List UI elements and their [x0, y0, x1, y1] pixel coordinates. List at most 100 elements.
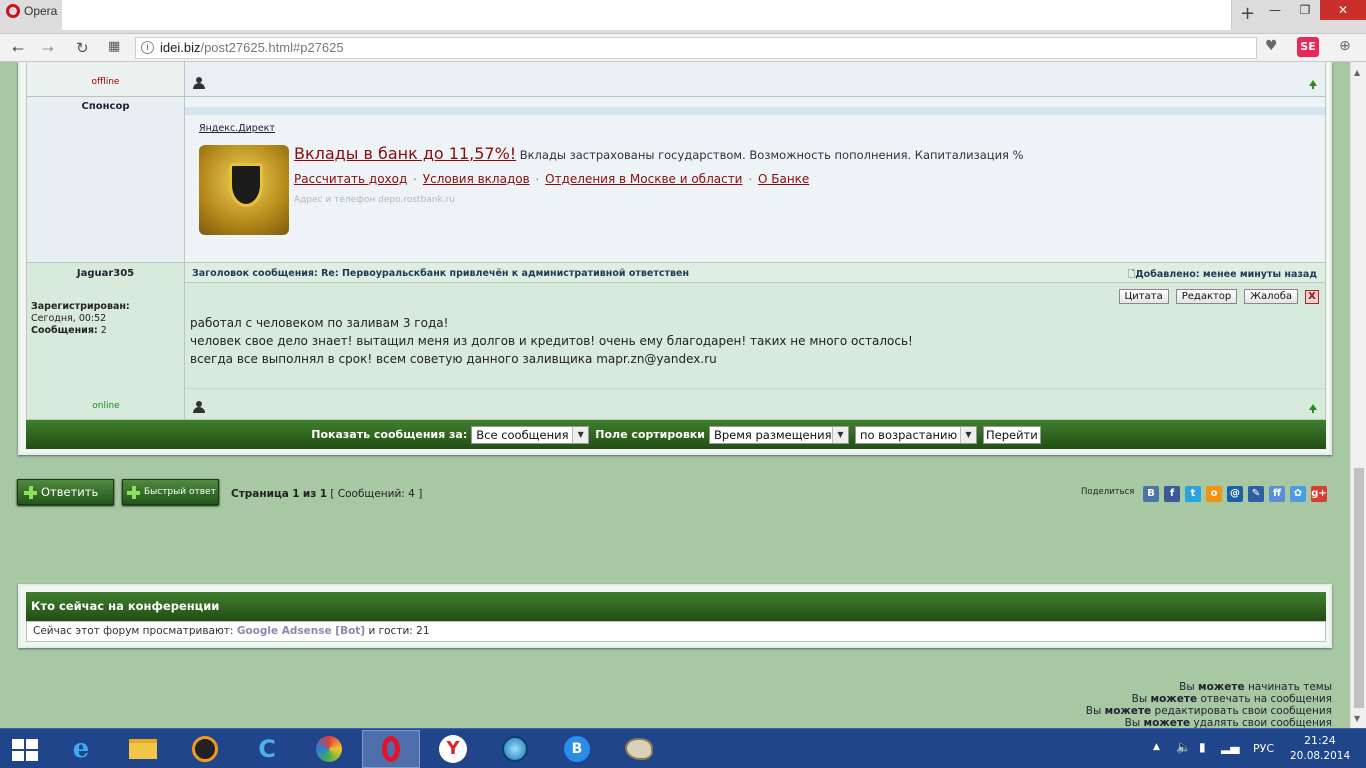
perm-bold: можете: [1143, 717, 1191, 728]
speed-dial-icon[interactable]: ▦: [108, 39, 120, 54]
livejournal-share-icon[interactable]: ✎: [1248, 486, 1264, 502]
share-label: Поделиться: [1081, 487, 1135, 497]
report-button[interactable]: Жалоба: [1244, 289, 1298, 304]
friendfeed-share-icon[interactable]: ff: [1269, 486, 1285, 502]
googleplus-share-icon[interactable]: g+: [1311, 486, 1327, 502]
registered-label: Зарегистрирован:: [31, 301, 130, 312]
vk-app-icon[interactable]: B: [548, 730, 606, 768]
active-tab[interactable]: [62, 0, 1232, 30]
ad-link-terms[interactable]: Условия вкладов: [423, 172, 530, 186]
messages-label: Сообщения:: [31, 325, 98, 336]
ad-link-branches[interactable]: Отделения в Москве и области: [545, 172, 742, 186]
windows-start-icon[interactable]: [12, 739, 38, 761]
scroll-down-icon[interactable]: ▼: [1354, 714, 1360, 723]
download-icon[interactable]: ⊕: [1339, 38, 1351, 54]
sponsor-row: Спонсор Яндекс.Директ Вклады в банк до 1…: [26, 97, 1326, 263]
offline-status: offline: [91, 77, 120, 87]
yandex-direct-link[interactable]: Яндекс.Директ: [199, 123, 275, 134]
bot-link[interactable]: Google Adsense [Bot]: [237, 625, 365, 637]
sort-select[interactable]: Время размещения ▼: [708, 425, 849, 444]
post-footer: [185, 388, 1325, 419]
aimp-icon[interactable]: [176, 730, 234, 768]
opera-menu-button[interactable]: Opera: [0, 0, 60, 22]
ccleaner-icon[interactable]: C: [238, 730, 296, 768]
close-window-icon[interactable]: ✕: [1320, 0, 1366, 20]
clock-date[interactable]: 20.08.2014: [1290, 750, 1350, 762]
twitter-share-icon[interactable]: t: [1185, 486, 1201, 502]
media-player-icon[interactable]: [486, 730, 544, 768]
plus-icon: [127, 485, 140, 499]
facebook-share-icon[interactable]: f: [1164, 486, 1180, 502]
language-indicator[interactable]: РУС: [1253, 742, 1274, 755]
edit-button[interactable]: Редактор: [1175, 289, 1238, 304]
minimize-icon[interactable]: —: [1260, 0, 1290, 20]
internet-explorer-icon[interactable]: e: [52, 730, 110, 768]
ad-headline: Вклады в банк до 11,57%! Вклады застрахо…: [294, 144, 1024, 163]
site-info-icon[interactable]: i: [141, 41, 154, 54]
back-icon[interactable]: ⭠: [12, 39, 24, 57]
permission-line: Вы можете начинать темы: [1086, 681, 1332, 693]
mailru-share-icon[interactable]: @: [1227, 486, 1243, 502]
vk-share-icon[interactable]: B: [1143, 486, 1159, 502]
network-icon[interactable]: ▂▄: [1221, 740, 1239, 754]
ad-sep: ·: [535, 173, 540, 186]
perm-pre: Вы: [1131, 693, 1148, 705]
ad-link-calc[interactable]: Рассчитать доход: [294, 172, 407, 186]
address-bar[interactable]: i idei.biz/post27625.html#p27625: [135, 37, 1257, 59]
scroll-up-icon[interactable]: ▲: [1354, 68, 1360, 77]
battery-icon[interactable]: ▮: [1199, 740, 1206, 754]
ad-image[interactable]: [199, 145, 289, 235]
volume-icon[interactable]: 🔈: [1176, 740, 1191, 754]
reply-label: Ответить: [41, 485, 99, 499]
ad-sep: ·: [748, 173, 752, 186]
page-scrollbar[interactable]: ▲ ▼: [1350, 62, 1366, 728]
go-button[interactable]: Перейти: [982, 425, 1041, 444]
ad-links: Рассчитать доход · Условия вкладов · Отделен…: [294, 172, 809, 186]
odnoklassniki-share-icon[interactable]: о: [1206, 486, 1222, 502]
chevron-down-icon: ▼: [831, 426, 848, 443]
post-text: работал с человеком по заливам 3 года! ч…: [190, 314, 913, 368]
scrollbar-thumb[interactable]: [1354, 468, 1364, 708]
top-arrow-icon[interactable]: [1309, 80, 1317, 89]
perm-post: редактировать свои сообщения: [1154, 705, 1332, 717]
permission-line: Вы можете отвечать на сообщения: [1086, 693, 1332, 705]
reload-icon[interactable]: ↻: [76, 39, 89, 57]
delete-icon[interactable]: X: [1305, 289, 1319, 304]
clock-time[interactable]: 21:24: [1304, 734, 1336, 747]
order-select[interactable]: по возрастанию ▼: [854, 425, 977, 444]
file-explorer-icon[interactable]: [114, 730, 172, 768]
author-info: Зарегистрирован: Сегодня, 00:52 Сообщени…: [31, 301, 130, 337]
restore-icon[interactable]: ❐: [1290, 0, 1320, 20]
online-status: online: [92, 401, 120, 411]
opera-taskbar-icon[interactable]: [362, 730, 420, 768]
posts-container: offline Спонсор Яндекс.Директ Вклады в б…: [18, 62, 1332, 455]
quick-reply-button[interactable]: Быстрый ответ: [122, 479, 219, 505]
ad-domain[interactable]: Адрес и телефон depo.rostbank.ru: [294, 195, 455, 205]
ad-sep: ·: [413, 173, 417, 186]
profile-icon[interactable]: [193, 401, 205, 413]
post-buttons: Цитата Редактор Жалоба X: [1118, 289, 1319, 304]
yandex-browser-icon[interactable]: Y: [424, 730, 482, 768]
colorful-app-icon[interactable]: [300, 730, 358, 768]
top-arrow-icon[interactable]: [1309, 404, 1317, 413]
new-tab-button[interactable]: +: [1240, 3, 1255, 24]
messages-value: 2: [100, 325, 107, 336]
reply-button[interactable]: Ответить: [17, 479, 114, 505]
ad-link-about[interactable]: О Банке: [758, 172, 809, 186]
show-select[interactable]: Все сообщения ▼: [471, 425, 590, 444]
chevron-down-icon: ▼: [959, 426, 976, 443]
page-of: из: [302, 488, 317, 500]
se-extension-button[interactable]: SE: [1297, 37, 1319, 57]
paint-icon[interactable]: [610, 730, 668, 768]
ad-title-link[interactable]: Вклады в банк до 11,57%!: [294, 144, 516, 163]
heart-icon[interactable]: ♥: [1265, 38, 1278, 54]
quote-button[interactable]: Цитата: [1118, 289, 1169, 304]
perm-bold: можете: [1150, 693, 1198, 705]
who-online-box: Кто сейчас на конференции Сейчас этот фо…: [18, 584, 1332, 648]
post-author-panel: Jaguar305 Зарегистрирован: Сегодня, 00:5…: [26, 263, 185, 419]
tray-expand-icon[interactable]: ▲: [1153, 742, 1160, 752]
forward-icon[interactable]: ⭢: [42, 39, 54, 57]
profile-icon[interactable]: [193, 77, 205, 89]
author-name[interactable]: Jaguar305: [27, 268, 184, 279]
moikrug-share-icon[interactable]: ✿: [1290, 486, 1306, 502]
